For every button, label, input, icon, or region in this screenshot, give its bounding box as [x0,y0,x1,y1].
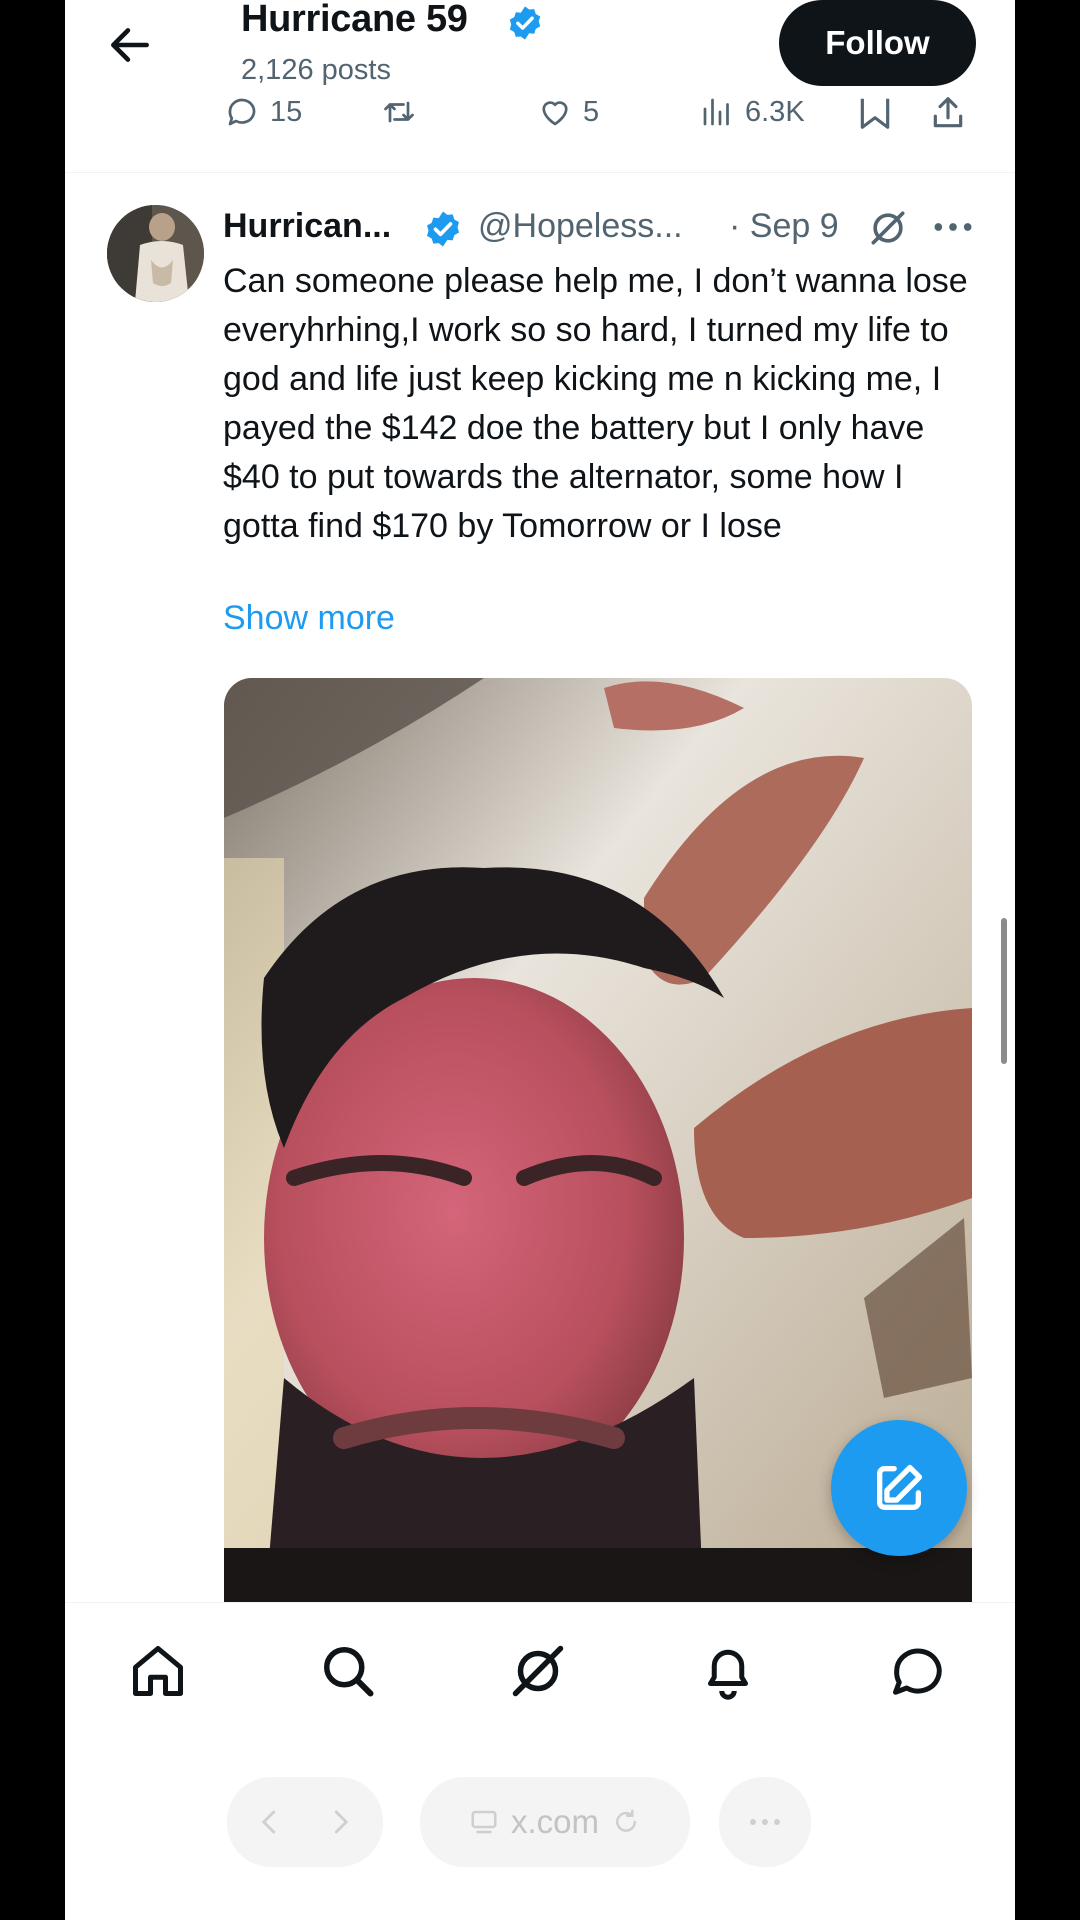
author-name[interactable]: Hurrican... [223,207,391,246]
share-icon[interactable] [929,94,967,132]
forward-chevron-icon[interactable] [325,1807,355,1837]
reply-action[interactable]: 15 [224,94,302,130]
like-action[interactable]: 5 [537,94,599,130]
tweet-text: Can someone please help me, I don’t wann… [223,262,968,545]
profile-header: Hurricane 59 2,126 posts Follow [65,0,1015,108]
scrollbar[interactable] [1001,918,1007,1064]
verified-badge-icon [427,211,459,247]
browser-toolbar: x.com [65,1742,1015,1920]
more-icon[interactable] [931,212,975,242]
follow-button[interactable]: Follow [779,0,976,86]
bookmark-icon[interactable] [856,94,894,132]
compose-button[interactable] [831,1420,967,1556]
grok-icon[interactable] [508,1641,568,1701]
arrow-left-icon[interactable] [105,20,155,70]
views-action[interactable]: 6.3K [699,94,805,130]
verified-badge-icon [509,6,541,40]
search-icon[interactable] [318,1641,378,1701]
heart-icon [542,101,568,126]
compose-icon [877,1464,923,1510]
like-count: 5 [583,95,600,128]
tweet-divider [65,172,1015,173]
bell-icon[interactable] [698,1641,758,1701]
post-count: 2,126 posts [241,54,391,86]
views-icon [703,98,729,126]
more-icon [750,1819,780,1825]
tweet-date[interactable]: · Sep 9 [729,207,839,246]
show-more-link[interactable]: Show more [223,599,395,638]
home-icon[interactable] [128,1641,188,1701]
retweet-icon [384,101,414,123]
previous-tweet-actions: 15 5 6.3K [65,94,1015,142]
reply-icon [228,98,256,126]
reload-icon[interactable] [611,1807,641,1837]
author-handle[interactable]: @Hopeless... [478,207,683,246]
messages-icon[interactable] [888,1641,948,1701]
view-count: 6.3K [745,95,805,128]
page-icon [471,1810,497,1834]
retweet-action[interactable] [381,94,417,130]
avatar[interactable] [107,205,204,302]
address-bar[interactable]: x.com [420,1777,690,1867]
browser-more-button[interactable] [719,1777,811,1867]
back-chevron-icon[interactable] [255,1807,285,1837]
bottom-navigation [65,1602,1015,1743]
browser-nav-pill [227,1777,383,1867]
url-text: x.com [510,1803,599,1840]
app-screen: Hurricane 59 2,126 posts Follow 15 5 6.3… [65,0,1015,1920]
grok-icon[interactable] [866,206,910,250]
profile-name: Hurricane 59 [241,0,468,40]
reply-count: 15 [270,95,303,128]
